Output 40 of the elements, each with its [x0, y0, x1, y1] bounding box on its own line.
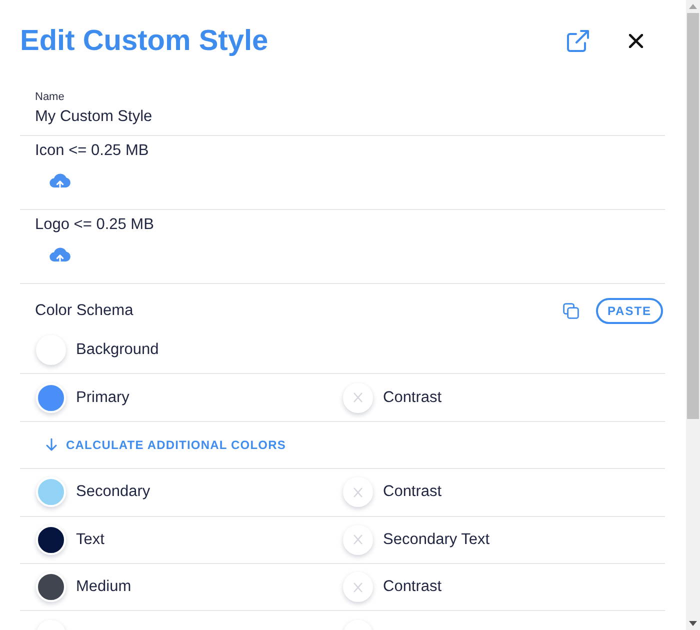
dialog-title: Edit Custom Style: [20, 24, 268, 58]
color-label: Text: [76, 530, 104, 549]
color-label: Contrast: [383, 483, 442, 502]
color-swatch[interactable]: [36, 382, 66, 413]
color-label: Contrast: [383, 388, 442, 407]
calculate-colors-button[interactable]: CALCULATE ADDITIONAL COLORS: [46, 438, 286, 452]
color-label: Contrast: [383, 578, 442, 596]
empty-swatch[interactable]: [343, 477, 373, 508]
color-label: Background: [76, 341, 159, 360]
upload-label: Logo <= 0.25 MB: [35, 215, 154, 235]
scroll-down-icon[interactable]: [689, 621, 697, 626]
cloud-upload-icon[interactable]: [49, 247, 71, 264]
color-label: Secondary: [76, 483, 150, 502]
color-swatch[interactable]: [36, 335, 66, 366]
x-icon: [353, 534, 363, 546]
color-label: Primary: [76, 388, 130, 407]
empty-swatch[interactable]: [343, 382, 373, 413]
arrow-down-icon: [46, 438, 57, 452]
upload-label: Icon <= 0.25 MB: [35, 141, 149, 161]
color-swatch[interactable]: [36, 524, 66, 555]
empty-swatch[interactable]: [343, 572, 373, 602]
x-icon: [353, 392, 363, 404]
copy-icon[interactable]: [563, 303, 579, 319]
section-title: Color Schema: [35, 302, 134, 320]
empty-swatch[interactable]: [343, 524, 373, 555]
paste-button[interactable]: PASTE: [596, 298, 663, 324]
name-input[interactable]: My Custom Style: [35, 107, 335, 127]
color-label: Secondary Text: [383, 530, 490, 549]
field-label: Name: [35, 90, 64, 105]
color-label: Medium: [76, 578, 132, 596]
close-icon[interactable]: [629, 34, 643, 48]
x-icon: [353, 582, 363, 593]
scrollbar-thumb[interactable]: [687, 13, 699, 419]
external-link-icon[interactable]: [567, 30, 589, 52]
color-swatch[interactable]: [36, 572, 66, 602]
scroll-up-icon[interactable]: [689, 4, 697, 9]
scrollbar[interactable]: [686, 0, 700, 630]
x-icon: [353, 486, 363, 498]
cloud-upload-icon[interactable]: [49, 173, 71, 190]
color-swatch[interactable]: [36, 477, 66, 508]
